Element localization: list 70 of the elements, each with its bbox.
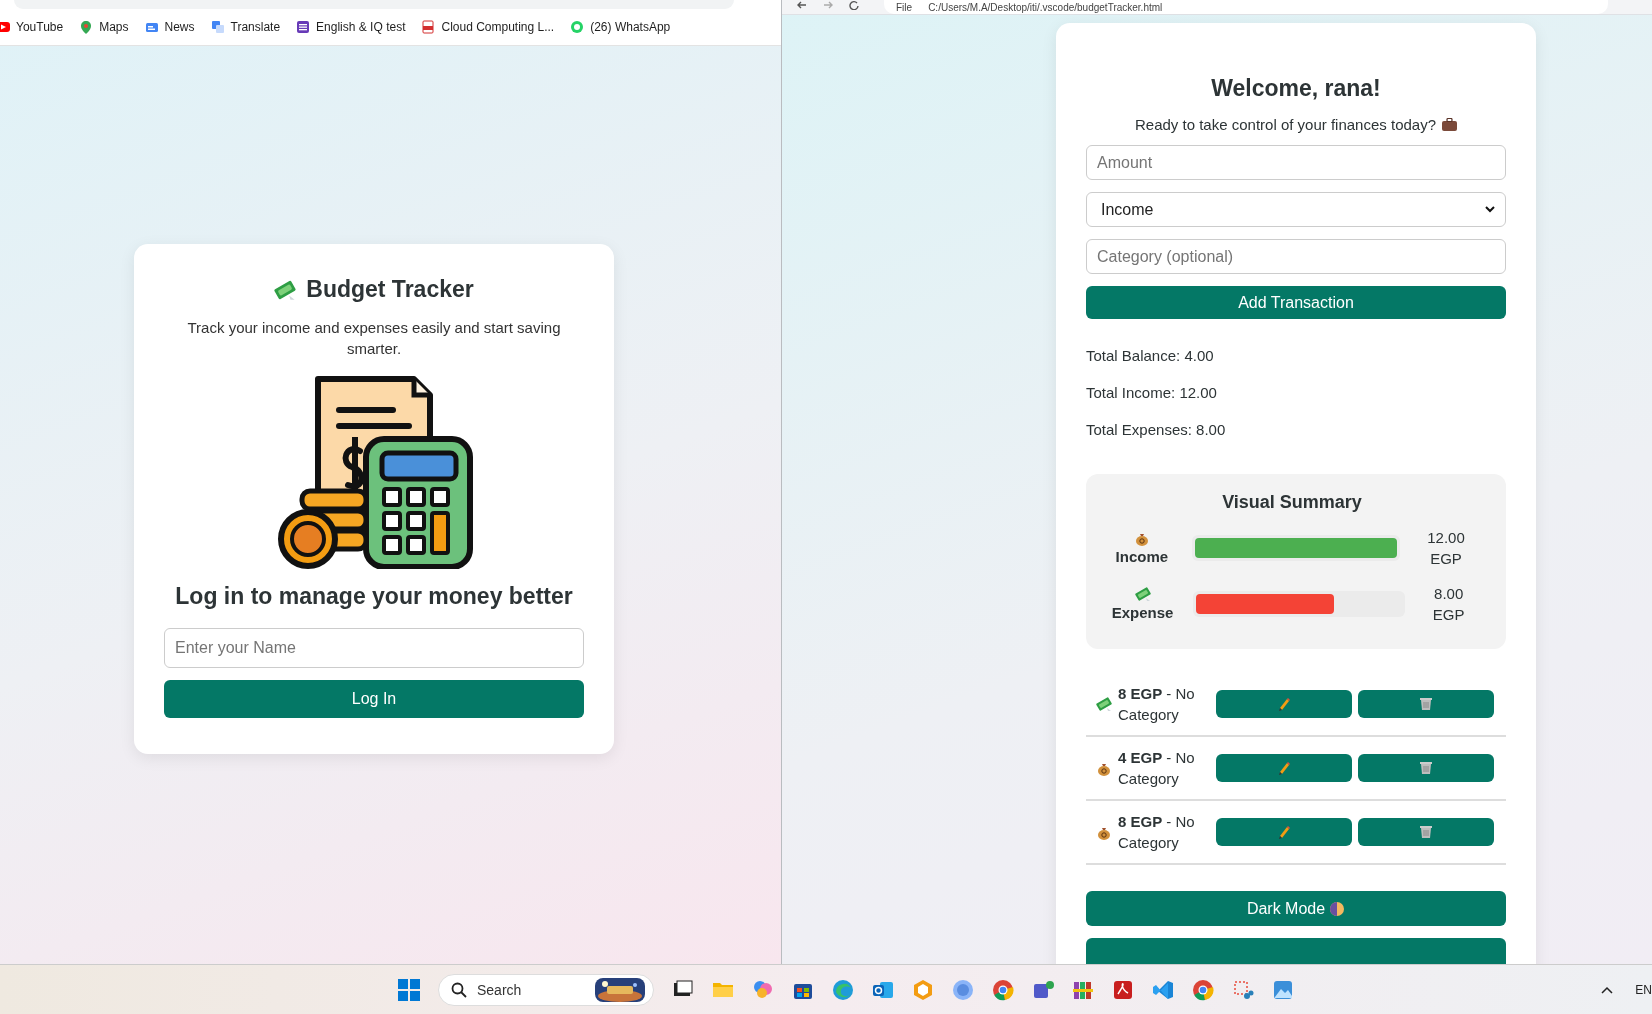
- bookmark[interactable]: Cloud Computing L...: [421, 20, 555, 34]
- circle-icon[interactable]: [952, 978, 974, 1001]
- pencil-icon: [1277, 824, 1291, 839]
- sparkle-icon[interactable]: [752, 978, 774, 1001]
- translate-icon: [210, 20, 225, 34]
- trash-icon: [1419, 696, 1433, 711]
- pdf-icon[interactable]: [1112, 978, 1134, 1001]
- app-subtitle: Track your income and expenses easily and start saving smarter.: [186, 318, 562, 359]
- scissors-icon[interactable]: [1232, 978, 1254, 1001]
- summary-title: Visual Summary: [1221, 491, 1363, 513]
- welcome-prompt: Ready to take control of your finances today?: [1135, 116, 1436, 133]
- amount-field[interactable]: Amount: [1086, 145, 1506, 181]
- chevron-up-icon[interactable]: [1601, 985, 1614, 994]
- address-bar[interactable]: File C:/Users/M.A/Desktop/iti/.vscode/budgetTracker.html: [884, 0, 1608, 14]
- delete-button[interactable]: [1358, 689, 1494, 718]
- reload-icon[interactable]: [848, 0, 860, 10]
- welcome-title: Welcome, rana!: [1210, 75, 1382, 102]
- trash-icon: [1419, 824, 1433, 839]
- team-icon[interactable]: [1032, 978, 1054, 1001]
- bookmark[interactable]: YouTube: [0, 20, 64, 34]
- transaction-text: 8 EGP - No Category: [1118, 683, 1196, 725]
- bar-label: Income: [1115, 548, 1169, 566]
- trash-icon: [1419, 760, 1433, 775]
- search-field[interactable]: Search: [438, 973, 654, 1006]
- pencil-icon: [1277, 696, 1291, 711]
- delete-button[interactable]: [1358, 753, 1494, 782]
- newspaper-icon: [144, 20, 159, 34]
- bookmark[interactable]: English & IQ test: [296, 20, 406, 34]
- chat-icon: [570, 20, 585, 34]
- windows-icon[interactable]: [398, 978, 420, 1001]
- total-text: Total Income: 12.00: [1086, 383, 1218, 401]
- delete-button[interactable]: [1358, 817, 1494, 846]
- transaction-text: 4 EGP - No Category: [1118, 747, 1196, 789]
- bar-label: Expense: [1111, 604, 1174, 622]
- bar-reading: 12.00 EGP: [1426, 527, 1466, 569]
- chrome-icon[interactable]: [992, 978, 1014, 1001]
- list-icon: [296, 20, 311, 34]
- total-text: Total Expenses: 8.00: [1086, 420, 1227, 438]
- add-transaction-button[interactable]: Add Transaction: [1086, 286, 1506, 319]
- edit-button[interactable]: [1216, 689, 1352, 718]
- pencil-icon: [1277, 760, 1291, 775]
- bar-reading: 8.00 EGP: [1431, 583, 1466, 625]
- bookmark[interactable]: Maps: [79, 20, 129, 34]
- browser-icon[interactable]: [832, 978, 854, 1001]
- dark-mode-button[interactable]: Dark Mode: [1086, 890, 1506, 927]
- edit-button[interactable]: [1216, 753, 1352, 782]
- chrome-icon[interactable]: [1192, 978, 1214, 1001]
- back-icon[interactable]: [796, 0, 808, 10]
- edit-button[interactable]: [1216, 817, 1352, 846]
- transaction-text: 8 EGP - No Category: [1118, 811, 1196, 853]
- bookmark[interactable]: (26) WhatsApp: [570, 20, 671, 34]
- login-button[interactable]: Log In: [164, 680, 584, 718]
- name-field[interactable]: Enter your Name: [164, 628, 584, 668]
- app-title: Budget Tracker: [306, 276, 474, 303]
- language-indicator[interactable]: EN: [1635, 982, 1652, 997]
- code-icon[interactable]: [1152, 978, 1174, 1001]
- pdf-icon: [421, 20, 436, 34]
- bookmark[interactable]: News: [144, 20, 195, 34]
- bookmark[interactable]: Translate: [210, 20, 281, 34]
- map-pin-icon: [79, 20, 94, 34]
- moon-icon: [1329, 900, 1346, 917]
- total-text: Total Balance: 4.00: [1086, 346, 1215, 364]
- banknotes-icon: [1096, 695, 1112, 712]
- login-heading: Log in to manage your money better: [175, 583, 573, 610]
- briefcase-icon: [1442, 118, 1457, 131]
- photos-icon[interactable]: [1272, 978, 1294, 1001]
- category-field[interactable]: Category (optional): [1086, 239, 1506, 275]
- type-select[interactable]: Income: [1086, 192, 1506, 228]
- chevron-down-icon: [1485, 206, 1495, 214]
- search-icon: [451, 981, 467, 998]
